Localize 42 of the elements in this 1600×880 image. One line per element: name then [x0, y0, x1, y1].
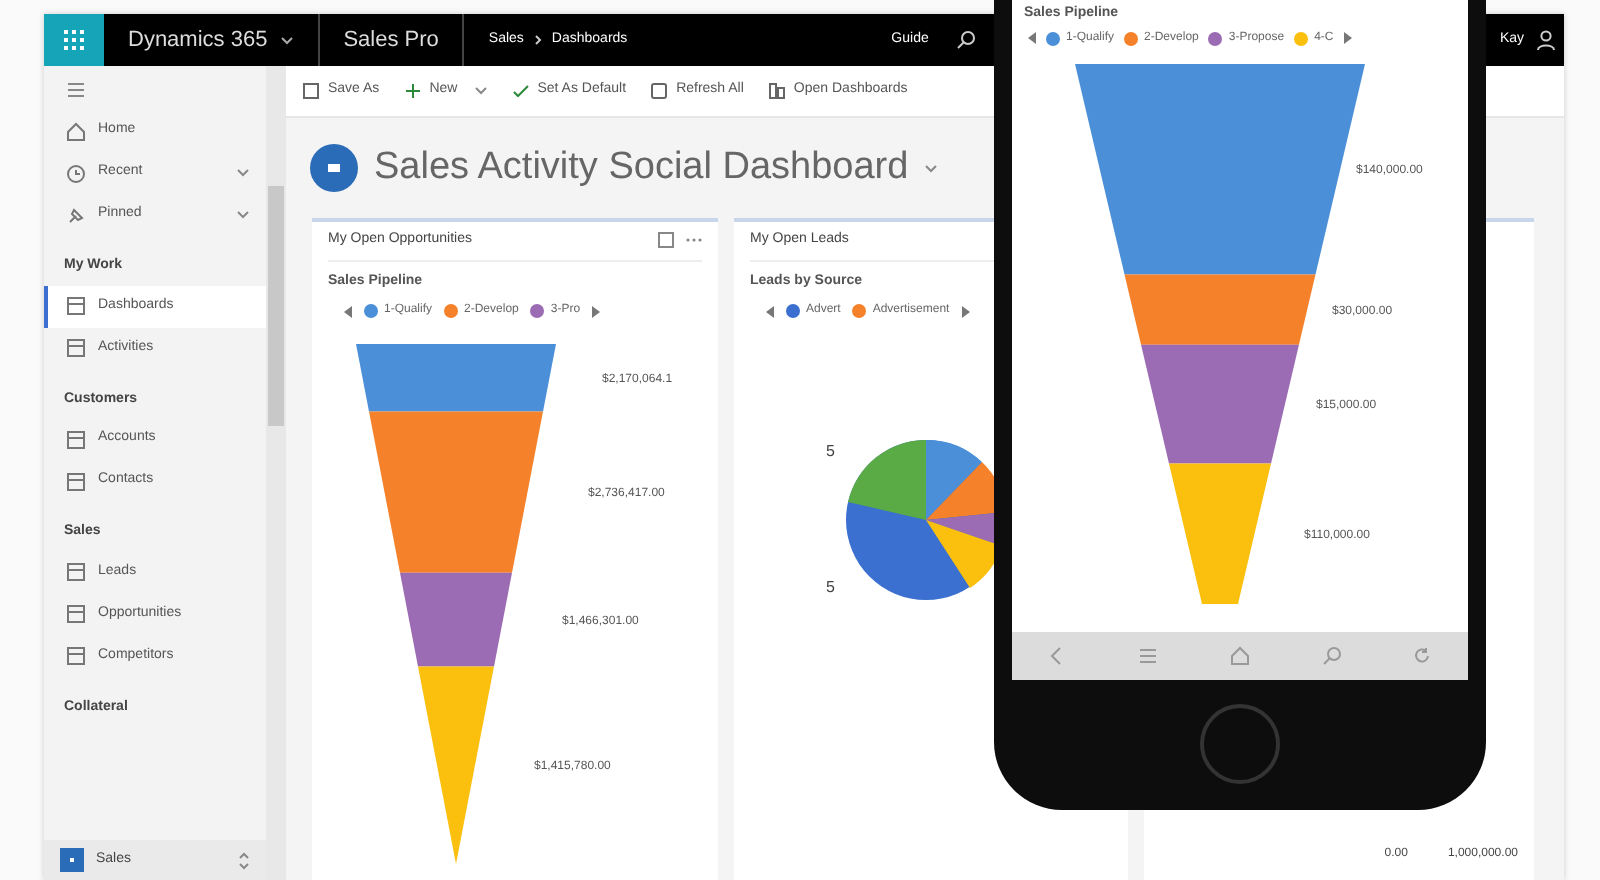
- person-icon[interactable]: [1536, 30, 1556, 50]
- list-icon: [66, 471, 86, 491]
- app-module[interactable]: Sales Pro: [343, 23, 439, 57]
- waffle-icon: [64, 30, 84, 50]
- list-icon[interactable]: [1138, 646, 1159, 666]
- list-icon: [66, 646, 86, 666]
- scroll-right-icon[interactable]: [1343, 32, 1352, 44]
- dashboard-icon: [310, 144, 358, 192]
- list-icon: [66, 562, 86, 582]
- house-icon: [66, 121, 86, 141]
- checkmark-icon: [511, 82, 530, 100]
- dashboard-title: Sales Activity Social Dashboard: [374, 145, 909, 191]
- more-icon[interactable]: [686, 238, 702, 243]
- scroll-left-icon[interactable]: [344, 305, 352, 317]
- area-icon: [60, 848, 84, 872]
- save-icon: [302, 82, 320, 100]
- list-icon: [66, 429, 86, 449]
- scroll-left-icon[interactable]: [1028, 32, 1036, 44]
- chevron-right-icon: [533, 34, 542, 46]
- refresh-icon[interactable]: [1412, 646, 1433, 666]
- scroll-right-icon[interactable]: [592, 305, 601, 317]
- scroll-right-icon[interactable]: [961, 305, 970, 317]
- expand-icon[interactable]: [658, 232, 674, 249]
- app-name[interactable]: Dynamics 365: [128, 23, 268, 57]
- clock-icon: [66, 163, 86, 183]
- pie-label: 5: [826, 440, 835, 464]
- plus-icon: [403, 82, 422, 100]
- home-icon[interactable]: [1229, 646, 1250, 666]
- app-launcher-button[interactable]: [44, 14, 104, 66]
- scroll-left-icon[interactable]: [766, 305, 774, 317]
- sort-icon: [238, 851, 250, 869]
- menu-icon[interactable]: [66, 82, 86, 98]
- chevron-down-icon[interactable]: [279, 35, 294, 45]
- pin-icon: [66, 205, 86, 225]
- list-icon: [66, 604, 86, 624]
- list-icon: [66, 296, 86, 316]
- list-icon: [66, 338, 86, 358]
- scrollbar[interactable]: [266, 66, 286, 880]
- search-icon[interactable]: [956, 30, 977, 50]
- dashboard-icon: [767, 82, 786, 100]
- pie-label: 5: [826, 576, 835, 600]
- refresh-icon: [650, 82, 669, 100]
